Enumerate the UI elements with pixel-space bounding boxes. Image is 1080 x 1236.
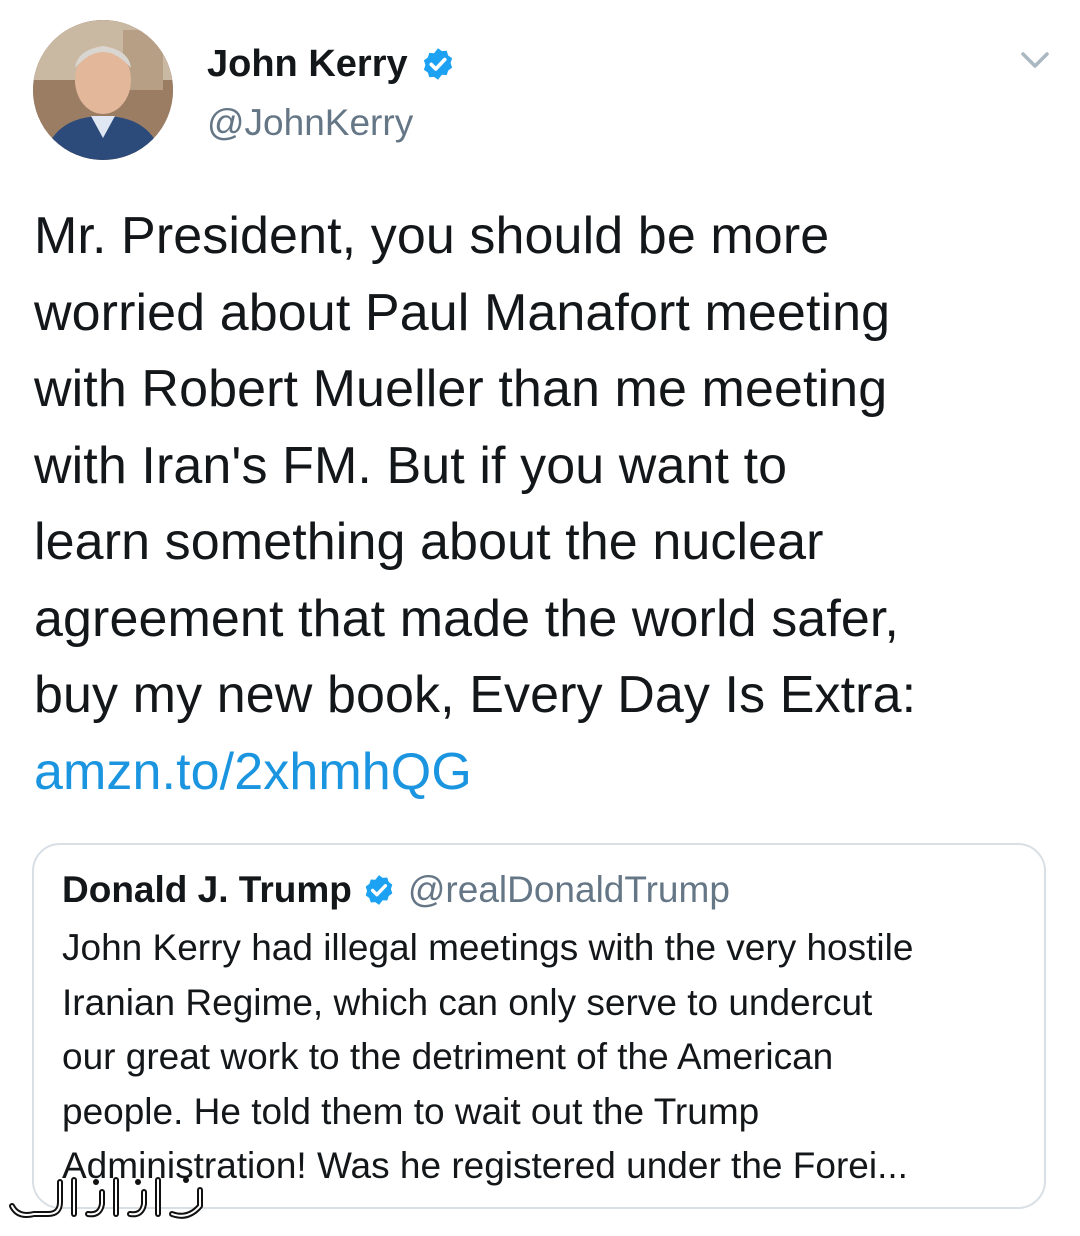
- tweet-text-line: worried about Paul Manafort meeting: [34, 283, 891, 342]
- author-name-row: John Kerry: [207, 40, 456, 88]
- quoted-tweet[interactable]: Donald J. Trump @realDonaldTrump John Ke…: [32, 843, 1046, 1209]
- author-name[interactable]: John Kerry: [207, 40, 408, 88]
- quoted-text-line: people. He told them to wait out the Tru…: [62, 1090, 760, 1132]
- author-handle[interactable]: @JohnKerry: [207, 100, 413, 146]
- quoted-author-name: Donald J. Trump: [62, 869, 352, 910]
- tweet-text-line: with Robert Mueller than me meeting: [34, 360, 888, 418]
- verified-badge-icon: [365, 875, 393, 905]
- tweet-text-line: buy my new book, Every Day Is Extra:: [34, 666, 917, 724]
- quoted-text-line: Iranian Regime, which can only serve to …: [62, 981, 873, 1023]
- quoted-author-handle: @realDonaldTrump: [407, 869, 730, 910]
- watermark-logo: [9, 1177, 203, 1219]
- quoted-text-line: our great work to the detriment of the A…: [62, 1036, 834, 1077]
- tweet-text-line: Mr. President, you should be more: [34, 207, 830, 265]
- chevron-down-icon[interactable]: [1017, 45, 1053, 75]
- quoted-tweet-header: Donald J. Trump @realDonaldTrump: [62, 867, 730, 913]
- tweet-text-line: with Iran's FM. But if you want to: [34, 436, 788, 495]
- tweet-link[interactable]: amzn.to/2xhmhQG: [34, 734, 1049, 811]
- verified-badge-icon: [423, 48, 452, 80]
- quoted-text-line: John Kerry had illegal meetings with the…: [62, 927, 914, 968]
- quoted-tweet-text: John Kerry had illegal meetings with the…: [62, 921, 1037, 1194]
- tweet-text-line: learn something about the nuclear: [34, 513, 824, 571]
- tweet-text: Mr. President, you should be more worrie…: [34, 198, 1049, 810]
- tweet-text-line: agreement that made the world safer,: [34, 589, 899, 648]
- author-avatar[interactable]: [33, 20, 173, 160]
- avatar-image: [33, 20, 173, 160]
